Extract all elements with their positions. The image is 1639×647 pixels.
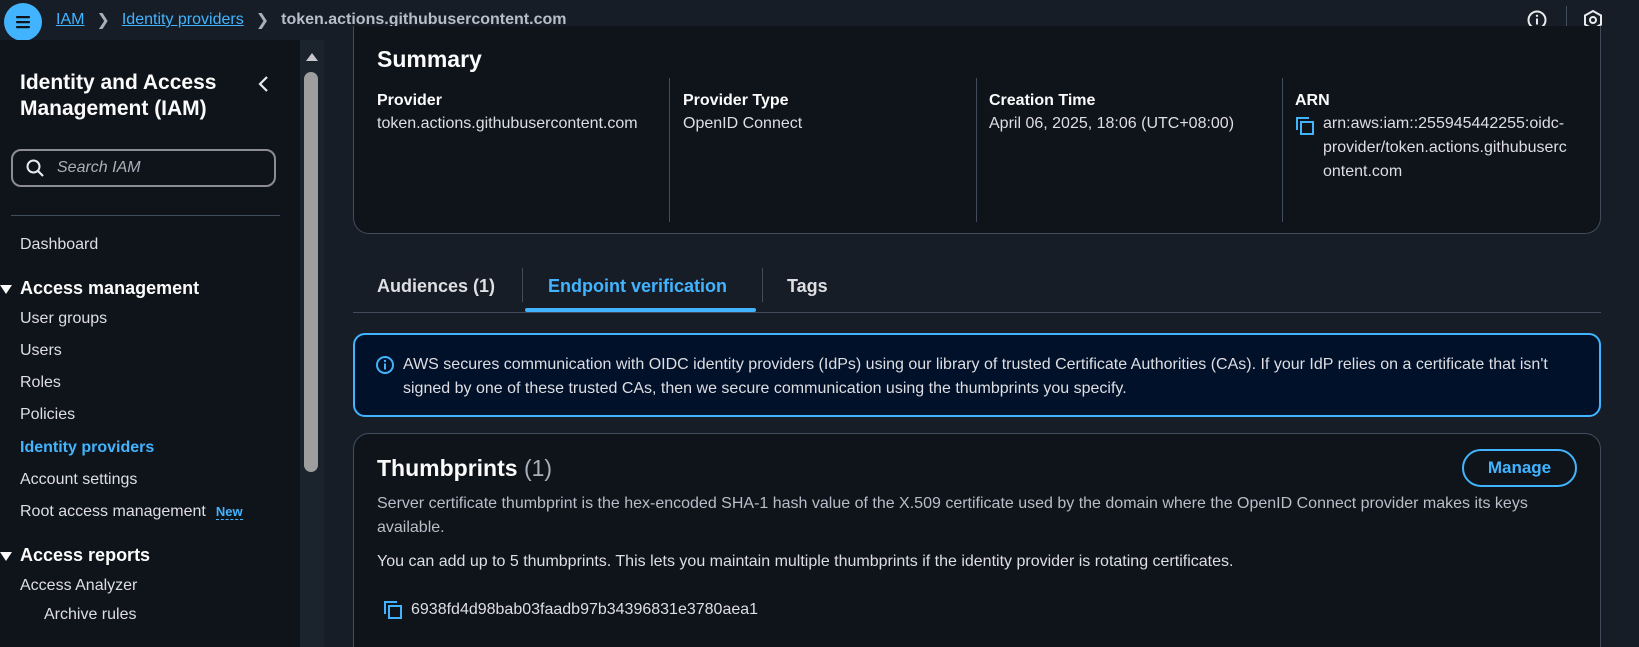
new-badge: New: [215, 504, 243, 520]
section-label: Access management: [20, 278, 200, 298]
sidebar-scrollbar[interactable]: [300, 40, 324, 647]
tabs-divider: [353, 312, 1601, 313]
chevron-right-icon: ❯: [96, 12, 110, 29]
creation-time-field: Creation Time April 06, 2025, 18:06 (UTC…: [989, 92, 1269, 136]
sidebar-item-user-groups[interactable]: User groups: [20, 310, 107, 328]
tab-separator: [522, 268, 523, 302]
info-alert: AWS secures communication with OIDC iden…: [353, 333, 1601, 417]
provider-value: token.actions.githubusercontent.com: [377, 115, 638, 132]
creation-time-value: April 06, 2025, 18:06 (UTC+08:00): [989, 115, 1235, 132]
arn-field: ARN arn:aws:iam::255945442255:oidc-provi…: [1295, 92, 1575, 184]
thumbprints-title: Thumbprints (1): [377, 455, 552, 482]
tab-tags[interactable]: Tags: [787, 276, 828, 297]
thumbprint-value: 6938fd4d98bab03faadb97b34396831e3780aea1: [411, 601, 759, 618]
sidebar-title: Identity and Access Management (IAM): [20, 71, 217, 120]
sidebar: Identity and Access Management (IAM) Das…: [0, 40, 300, 647]
search-icon: [26, 159, 44, 177]
thumbprints-description: Server certificate thumbprint is the hex…: [377, 495, 1528, 536]
section-label: Access reports: [20, 545, 151, 565]
sidebar-item-policies[interactable]: Policies: [20, 406, 75, 424]
provider-field: Provider token.actions.githubusercontent…: [377, 92, 647, 136]
copy-icon[interactable]: [383, 600, 403, 620]
sidebar-item-access-analyzer[interactable]: Access Analyzer: [20, 577, 137, 595]
sidebar-item-dashboard[interactable]: Dashboard: [20, 236, 98, 254]
provider-type-value: OpenID Connect: [683, 115, 803, 132]
arn-label: ARN: [1295, 92, 1330, 109]
tab-bar: Audiences (1) Endpoint verification Tags: [353, 262, 1601, 314]
thumbprints-title-text: Thumbprints: [377, 455, 518, 481]
scroll-up-arrow-icon[interactable]: [306, 53, 318, 61]
thumbprint-item: 6938fd4d98bab03faadb97b34396831e3780aea1: [383, 600, 758, 620]
sidebar-item-root-access-management[interactable]: Root access management New: [20, 503, 243, 521]
breadcrumb-identity-providers[interactable]: Identity providers: [122, 11, 244, 29]
provider-label: Provider: [377, 92, 442, 109]
sidebar-item-label: Root access management: [20, 503, 206, 520]
thumbprints-note: You can add up to 5 thumbprints. This le…: [377, 553, 1234, 570]
summary-divider: [1282, 78, 1283, 222]
breadcrumb-iam[interactable]: IAM: [56, 11, 84, 29]
info-icon: [376, 356, 394, 374]
tab-audiences[interactable]: Audiences (1): [377, 276, 495, 297]
manage-button[interactable]: Manage: [1462, 449, 1577, 487]
creation-time-label: Creation Time: [989, 92, 1096, 109]
sidebar-item-roles[interactable]: Roles: [20, 374, 61, 392]
summary-divider: [976, 78, 977, 222]
search-input[interactable]: [57, 159, 257, 177]
caret-down-icon: [0, 284, 12, 294]
section-access-management[interactable]: Access management: [0, 278, 199, 299]
copy-icon[interactable]: [1295, 116, 1315, 136]
sidebar-divider: [11, 215, 280, 216]
chevron-right-icon: ❯: [255, 12, 270, 29]
search-box: [11, 149, 276, 187]
provider-type-label: Provider Type: [683, 92, 789, 109]
tab-separator: [762, 268, 763, 302]
summary-divider: [669, 78, 670, 222]
menu-button[interactable]: [4, 3, 42, 41]
chevron-left-icon[interactable]: [254, 74, 274, 94]
sidebar-item-users[interactable]: Users: [20, 342, 62, 360]
tab-endpoint-verification[interactable]: Endpoint verification: [548, 276, 727, 297]
sidebar-item-identity-providers[interactable]: Identity providers: [20, 439, 154, 457]
thumbprints-count: (1): [523, 455, 553, 481]
provider-type-field: Provider Type OpenID Connect: [683, 92, 963, 136]
hamburger-icon: [16, 16, 30, 29]
arn-value: arn:aws:iam::255945442255:oidc-provider/…: [1323, 115, 1567, 180]
summary-title: Summary: [377, 46, 482, 72]
info-alert-text: AWS secures communication with OIDC iden…: [403, 356, 1548, 397]
caret-down-icon: [0, 551, 12, 561]
scroll-thumb[interactable]: [304, 72, 318, 472]
sidebar-item-account-settings[interactable]: Account settings: [20, 471, 137, 489]
section-access-reports[interactable]: Access reports: [0, 545, 150, 566]
sidebar-item-archive-rules[interactable]: Archive rules: [44, 606, 136, 624]
